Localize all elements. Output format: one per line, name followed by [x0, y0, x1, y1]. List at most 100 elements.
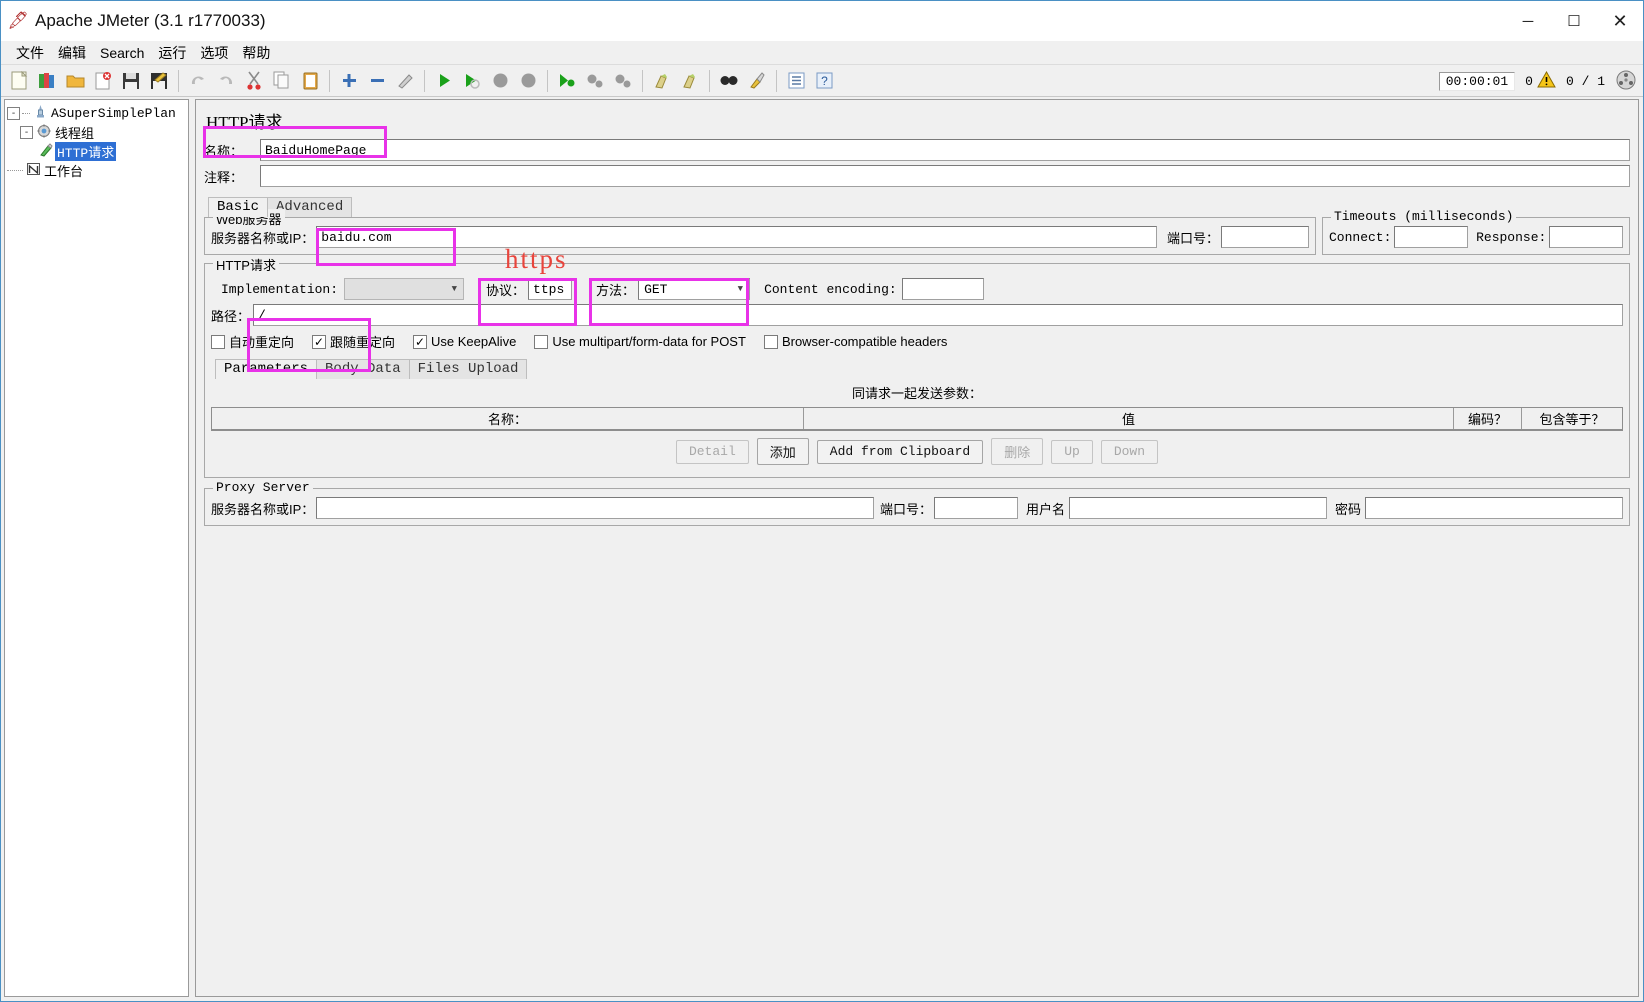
- proxy-password-input[interactable]: [1365, 497, 1623, 519]
- expand-all-icon[interactable]: [335, 68, 363, 94]
- name-input[interactable]: BaiduHomePage: [260, 139, 1630, 161]
- tab-files-upload[interactable]: Files Upload: [408, 359, 528, 379]
- shutdown-icon[interactable]: [514, 68, 542, 94]
- detail-button[interactable]: Detail: [675, 439, 749, 464]
- down-button[interactable]: Down: [1100, 439, 1159, 464]
- search-reset-icon[interactable]: [743, 68, 771, 94]
- copy-icon[interactable]: [268, 68, 296, 94]
- server-input[interactable]: baidu.com: [316, 226, 1157, 248]
- menu-item-search[interactable]: Search: [93, 44, 151, 62]
- column-header-name[interactable]: 名称：: [212, 408, 804, 429]
- response-timeout-input[interactable]: [1549, 226, 1623, 248]
- tree-node-workbench[interactable]: 工作台: [7, 161, 186, 180]
- warning-triangle-icon: [1537, 70, 1556, 92]
- protocol-label: 协议：: [486, 282, 526, 298]
- tree-node-test-plan[interactable]: - ASuperSimplePlan: [7, 104, 186, 123]
- close-button[interactable]: ✕: [1597, 1, 1643, 41]
- menu-item-run[interactable]: 运行: [151, 42, 193, 64]
- parameters-button-row: Detail 添加 Add from Clipboard 删除 Up Down: [211, 431, 1623, 471]
- test-plan-icon: [31, 104, 49, 123]
- tab-parameters[interactable]: Parameters: [215, 359, 318, 379]
- follow-redirect-checkbox[interactable]: ✓: [312, 334, 327, 349]
- add-from-clipboard-button[interactable]: Add from Clipboard: [816, 439, 984, 464]
- port-input[interactable]: [1221, 226, 1309, 248]
- start-icon[interactable]: [430, 68, 458, 94]
- undo-icon[interactable]: [184, 68, 212, 94]
- method-select[interactable]: GET ▼: [638, 278, 751, 300]
- clear-all-icon[interactable]: [676, 68, 704, 94]
- parameters-table-header: 名称： 值 编码？ 包含等于？: [212, 408, 1622, 430]
- toolbar-separator-7: [776, 69, 777, 92]
- column-header-encode[interactable]: 编码？: [1454, 408, 1522, 429]
- start-no-pauses-icon[interactable]: [458, 68, 486, 94]
- new-icon[interactable]: [5, 68, 33, 94]
- menu-item-options[interactable]: 选项: [193, 42, 235, 64]
- tree-connector: [22, 113, 30, 114]
- parameters-panel: 同请求一起发送参数： 名称： 值 编码？ 包含等于？ Detail 添加 Add…: [211, 379, 1623, 471]
- chevron-down-icon: ▼: [451, 284, 458, 294]
- tree-node-http-request[interactable]: HTTP请求: [7, 142, 186, 161]
- up-button[interactable]: Up: [1051, 439, 1093, 464]
- proxy-port-input[interactable]: [933, 497, 1018, 519]
- stop-icon[interactable]: [486, 68, 514, 94]
- remote-status-icon[interactable]: [1615, 69, 1637, 94]
- connect-timeout-input[interactable]: [1394, 226, 1469, 248]
- cut-icon[interactable]: [240, 68, 268, 94]
- tree-expander-root[interactable]: -: [7, 107, 20, 120]
- maximize-button[interactable]: ☐: [1551, 1, 1597, 41]
- auto-redirect-checkbox[interactable]: [211, 334, 225, 349]
- parameters-table[interactable]: 名称： 值 编码？ 包含等于？: [211, 407, 1623, 431]
- column-header-value[interactable]: 值: [804, 408, 1454, 429]
- browser-compatible-headers-checkbox[interactable]: [763, 334, 778, 349]
- minimize-button[interactable]: ─: [1505, 1, 1551, 41]
- tree-expander-thread-group[interactable]: -: [20, 126, 33, 139]
- search-icon[interactable]: [715, 68, 743, 94]
- proxy-server-input[interactable]: [316, 497, 874, 519]
- tree-node-thread-group-label: 线程组: [55, 127, 95, 142]
- method-value: GET: [644, 281, 668, 297]
- tree-node-thread-group[interactable]: - 线程组: [7, 123, 186, 142]
- clear-icon[interactable]: [648, 68, 676, 94]
- implementation-select[interactable]: ▼: [344, 278, 465, 300]
- tab-basic[interactable]: Basic: [208, 197, 269, 217]
- remote-shutdown-icon[interactable]: [609, 68, 637, 94]
- http-options-row: 自动重定向 ✓ 跟随重定向 ✓ Use KeepAlive Use multip…: [211, 332, 1623, 351]
- help-icon[interactable]: ?: [810, 68, 838, 94]
- content-encoding-input[interactable]: [901, 278, 984, 300]
- redo-icon[interactable]: [212, 68, 240, 94]
- web-server-group: Web服务器 服务器名称或IP： baidu.com 端口号：: [204, 209, 1316, 255]
- add-button[interactable]: 添加: [756, 438, 809, 465]
- response-timeout-label: Response:: [1476, 229, 1547, 245]
- test-plan-tree[interactable]: - ASuperSimplePlan - 线程组 HTTP请求 工作台: [4, 99, 189, 997]
- proxy-username-input[interactable]: [1068, 497, 1327, 519]
- http-request-group-title: HTTP请求: [213, 255, 279, 274]
- toolbar-status-area: 00:00:01 0 0 / 1: [1438, 65, 1637, 97]
- warning-status[interactable]: 0: [1525, 70, 1556, 92]
- toggle-icon[interactable]: [391, 68, 419, 94]
- close-file-icon[interactable]: [89, 68, 117, 94]
- column-header-include-equals[interactable]: 包含等于？: [1522, 408, 1622, 429]
- path-input[interactable]: /: [253, 304, 1623, 326]
- open-icon[interactable]: [61, 68, 89, 94]
- save-icon[interactable]: [117, 68, 145, 94]
- tree-node-test-plan-label: ASuperSimplePlan: [51, 106, 176, 121]
- templates-icon[interactable]: [33, 68, 61, 94]
- tab-body-data[interactable]: Body Data: [316, 359, 410, 379]
- toolbar: ? 00:00:01 0 0 / 1: [1, 65, 1643, 97]
- paste-icon[interactable]: [296, 68, 324, 94]
- function-helper-icon[interactable]: [782, 68, 810, 94]
- collapse-all-icon[interactable]: [363, 68, 391, 94]
- use-multipart-checkbox[interactable]: [534, 334, 549, 349]
- menu-item-help[interactable]: 帮助: [235, 42, 277, 64]
- comment-input[interactable]: [260, 165, 1630, 187]
- protocol-input[interactable]: ttps: [528, 278, 573, 300]
- menu-item-edit[interactable]: 编辑: [51, 42, 93, 64]
- save-as-icon[interactable]: [145, 68, 173, 94]
- remote-stop-icon[interactable]: [581, 68, 609, 94]
- auto-redirect-label: 自动重定向: [229, 335, 295, 350]
- delete-button[interactable]: 删除: [991, 438, 1044, 465]
- name-label: 名称：: [204, 143, 244, 159]
- use-keepalive-checkbox[interactable]: ✓: [413, 334, 428, 349]
- remote-start-icon[interactable]: [553, 68, 581, 94]
- menu-item-file[interactable]: 文件: [9, 42, 51, 64]
